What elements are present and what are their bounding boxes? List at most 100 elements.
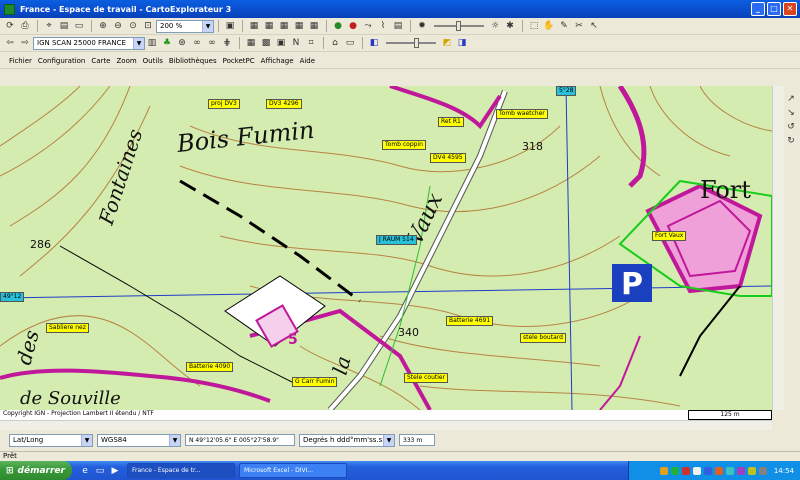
- pencil-icon[interactable]: ✎: [557, 19, 571, 33]
- color-icon[interactable]: ◧: [367, 36, 381, 50]
- tool-4-icon[interactable]: ↻: [784, 134, 798, 148]
- menu-pocketpc[interactable]: PocketPC: [223, 57, 255, 65]
- menu-fichier[interactable]: Fichier: [9, 57, 32, 65]
- grid-4-icon[interactable]: ▣: [274, 36, 288, 50]
- menu-zoom[interactable]: Zoom: [116, 57, 136, 65]
- gps-icon[interactable]: ⌖: [42, 19, 56, 33]
- monitor-icon[interactable]: ▭: [343, 36, 357, 50]
- waypoint-label[interactable]: DV3 4296: [266, 99, 302, 109]
- folder-icon[interactable]: ▭: [72, 19, 86, 33]
- start-button[interactable]: ⊞ démarrer: [0, 461, 72, 480]
- globe-icon[interactable]: ●: [331, 19, 345, 33]
- home-icon[interactable]: ⌂: [328, 36, 342, 50]
- waypoint-label[interactable]: stele boutard: [520, 333, 566, 343]
- map-view[interactable]: P Bois Fumin Fontaines Fort Vaux des la …: [0, 86, 772, 410]
- maximize-button[interactable]: □: [767, 2, 781, 16]
- chevron-down-icon[interactable]: ▼: [81, 434, 92, 446]
- waypoint-label[interactable]: Batterie 4691: [446, 316, 494, 326]
- contrast-slider[interactable]: [386, 38, 436, 48]
- zoom-out-icon[interactable]: ⊖: [111, 19, 125, 33]
- chevron-down-icon[interactable]: ▼: [133, 37, 144, 49]
- chevron-down-icon[interactable]: ▼: [202, 20, 213, 32]
- format-select[interactable]: Degrés h ddd°mm'ss.s" ▼: [299, 433, 395, 447]
- tray-icon-5[interactable]: [703, 466, 712, 475]
- palette-icon[interactable]: ◩: [440, 36, 454, 50]
- hand-icon[interactable]: ✋: [542, 19, 556, 33]
- binoculars-icon[interactable]: ∞: [190, 36, 204, 50]
- vertical-scrollbar[interactable]: [772, 86, 784, 410]
- table-icon[interactable]: ▤: [391, 19, 405, 33]
- tool-1-icon[interactable]: ↗: [784, 92, 798, 106]
- route-icon[interactable]: ⤳: [361, 19, 375, 33]
- menu-bibliotheques[interactable]: Bibliothèques: [169, 57, 217, 65]
- slider-knob[interactable]: [414, 38, 419, 48]
- task-excel[interactable]: Microsoft Excel - DIVI...: [239, 463, 347, 478]
- refresh-icon[interactable]: ⟳: [3, 19, 17, 33]
- tray-icon-8[interactable]: [736, 466, 745, 475]
- view-1-icon[interactable]: ▦: [247, 19, 261, 33]
- measure-icon[interactable]: ⌗: [304, 36, 318, 50]
- zoom-select[interactable]: 200 % ▼: [156, 19, 214, 33]
- zoom-area-icon[interactable]: ⊙: [126, 19, 140, 33]
- menu-carte[interactable]: Carte: [91, 57, 110, 65]
- tray-icon-1[interactable]: [659, 466, 668, 475]
- tray-icon-4[interactable]: [692, 466, 701, 475]
- gps-track-icon[interactable]: ⊛: [175, 36, 189, 50]
- view-5-icon[interactable]: ▦: [307, 19, 321, 33]
- map-source-select[interactable]: IGN SCAN 25000 FRANCE ▼: [33, 36, 145, 50]
- tool-2-icon[interactable]: ↘: [784, 106, 798, 120]
- quicklaunch-ie-icon[interactable]: e: [78, 464, 92, 478]
- tray-icon-10[interactable]: [758, 466, 767, 475]
- waypoint-label[interactable]: Tomb coppin: [382, 140, 426, 150]
- waypoint-label[interactable]: proj DV3: [208, 99, 240, 109]
- tree-icon[interactable]: ♣: [160, 36, 174, 50]
- close-button[interactable]: ✕: [783, 2, 797, 16]
- menu-outils[interactable]: Outils: [143, 57, 163, 65]
- map-icon[interactable]: ▥: [145, 36, 159, 50]
- waypoint-label[interactable]: Fort Vaux: [652, 231, 687, 241]
- cut-icon[interactable]: ✂: [572, 19, 586, 33]
- chevron-down-icon[interactable]: ▼: [169, 434, 180, 446]
- quicklaunch-desktop-icon[interactable]: ▭: [93, 464, 107, 478]
- tray-icon-9[interactable]: [747, 466, 756, 475]
- print-icon[interactable]: ⎙: [18, 19, 32, 33]
- waypoint-label[interactable]: DV4 4595: [430, 153, 466, 163]
- datum-select[interactable]: WGS84 ▼: [97, 433, 181, 447]
- coord-system-select[interactable]: Lat/Long ▼: [9, 433, 93, 447]
- sun-bright-icon[interactable]: ☼: [488, 19, 502, 33]
- menu-affichage[interactable]: Affichage: [261, 57, 294, 65]
- grid-icon[interactable]: ⋕: [220, 36, 234, 50]
- north-icon[interactable]: N: [289, 36, 303, 50]
- waypoint-label[interactable]: Sabliere nez: [46, 323, 89, 333]
- menu-configuration[interactable]: Configuration: [38, 57, 85, 65]
- palette-2-icon[interactable]: ◨: [455, 36, 469, 50]
- binoculars-2-icon[interactable]: ∞: [205, 36, 219, 50]
- pointer-icon[interactable]: ↖: [587, 19, 601, 33]
- quicklaunch-media-icon[interactable]: ▶: [108, 464, 122, 478]
- grid-2-icon[interactable]: ▦: [244, 36, 258, 50]
- forward-icon[interactable]: ⇨: [18, 36, 32, 50]
- chevron-down-icon[interactable]: ▼: [383, 434, 394, 446]
- waypoint-label[interactable]: Batterie 4090: [186, 362, 234, 372]
- task-cartoexplorateur[interactable]: France - Espace de tr...: [127, 463, 235, 478]
- waypoint-label[interactable]: G Carr Fumin: [292, 377, 338, 387]
- profile-icon[interactable]: ⌇: [376, 19, 390, 33]
- view-4-icon[interactable]: ▦: [292, 19, 306, 33]
- tray-icon-3[interactable]: [681, 466, 690, 475]
- layers-icon[interactable]: ▤: [57, 19, 71, 33]
- view-2-icon[interactable]: ▦: [262, 19, 276, 33]
- select-icon[interactable]: ⬚: [527, 19, 541, 33]
- stop-icon[interactable]: ●: [346, 19, 360, 33]
- sun-icon[interactable]: ✹: [415, 19, 429, 33]
- back-icon[interactable]: ⇦: [3, 36, 17, 50]
- waypoint-label[interactable]: J RAUM 514: [376, 235, 417, 245]
- horizontal-scrollbar[interactable]: [0, 420, 772, 430]
- window-icon[interactable]: ▣: [223, 19, 237, 33]
- tray-icon-7[interactable]: [725, 466, 734, 475]
- zoom-fit-icon[interactable]: ⊡: [141, 19, 155, 33]
- zoom-in-icon[interactable]: ⊕: [96, 19, 110, 33]
- minimize-button[interactable]: _: [751, 2, 765, 16]
- waypoint-label[interactable]: Stele coutier: [404, 373, 449, 383]
- menu-aide[interactable]: Aide: [300, 57, 315, 65]
- waypoint-label[interactable]: Ret R1: [438, 117, 464, 127]
